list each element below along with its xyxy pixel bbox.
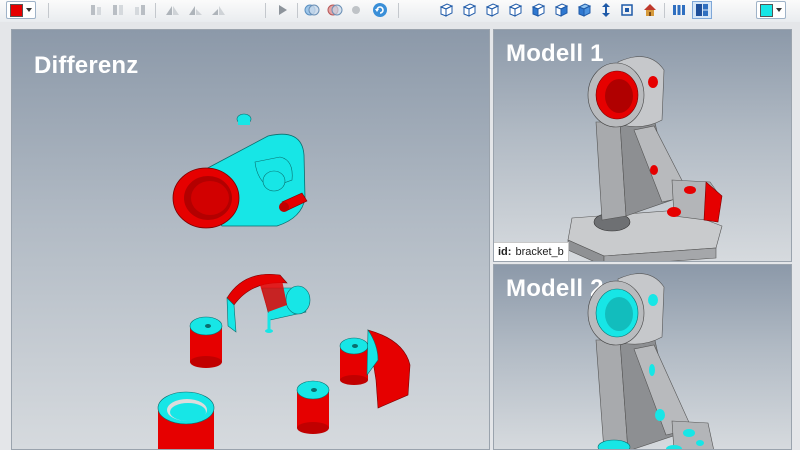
- small-cylinder-part-2: [339, 337, 369, 385]
- layout-columns-icon: [673, 5, 685, 15]
- home-icon: [644, 4, 656, 16]
- bracket-model-2: [587, 273, 714, 449]
- view-iso-3-icon: [485, 3, 500, 17]
- toolbar-separator: [155, 3, 156, 18]
- align-right-icon: [135, 5, 145, 15]
- model-id-key: id:: [498, 246, 512, 258]
- compare-gray-button[interactable]: [349, 1, 363, 19]
- toolbar-separator: [664, 3, 665, 18]
- color-picker-red-button[interactable]: [6, 1, 36, 19]
- refresh-icon: [373, 3, 387, 17]
- color-swatch-cyan-icon: [760, 4, 773, 17]
- difference-geometry: [157, 113, 411, 449]
- mirror-up-icon: [189, 6, 202, 15]
- compare-gray-icon: [352, 6, 360, 14]
- toolbar-separator: [265, 3, 266, 18]
- view-iso-2-button[interactable]: [460, 1, 478, 19]
- toolbar-separator: [398, 3, 399, 18]
- view-iso-5-button[interactable]: [529, 1, 547, 19]
- compare-both-button[interactable]: [303, 1, 321, 19]
- align-left-icon: [91, 5, 101, 15]
- layout-columns-button[interactable]: [670, 1, 688, 19]
- fit-button[interactable]: [619, 1, 635, 19]
- axis-button[interactable]: [598, 1, 614, 19]
- small-cylinder-part-1: [189, 316, 223, 368]
- refresh-button[interactable]: [371, 1, 389, 19]
- view-iso-4-icon: [508, 3, 523, 17]
- view-iso-6-button[interactable]: [552, 1, 570, 19]
- play-icon: [279, 5, 287, 15]
- bracket-model-1: [567, 56, 723, 261]
- compare-red-icon: [327, 4, 343, 16]
- mirror-icon: [166, 6, 179, 15]
- layout-grid-icon: [696, 4, 708, 16]
- model1-geometry: [567, 56, 723, 261]
- model2-geometry: [587, 273, 714, 449]
- view-iso-1-icon: [439, 3, 454, 17]
- view-iso-3-button[interactable]: [483, 1, 501, 19]
- model-id-value: bracket_b: [515, 246, 564, 258]
- viewport-frame: Differenz Modell 1 id: bracket_b Modell …: [0, 22, 800, 450]
- wedge-part: [366, 329, 411, 409]
- model2-view[interactable]: Modell 2: [493, 264, 792, 450]
- chevron-down-icon: [776, 8, 782, 12]
- mirror-button[interactable]: [163, 1, 181, 19]
- small-cylinder-part-3: [296, 380, 330, 434]
- difference-view[interactable]: Differenz: [11, 29, 490, 450]
- view-iso-6-icon: [554, 3, 569, 17]
- compare-both-icon: [304, 4, 320, 16]
- toolbar-separator: [48, 3, 49, 18]
- layout-grid-button[interactable]: [692, 1, 712, 19]
- model-id-label: id: bracket_b: [494, 242, 569, 261]
- bracket-part: [226, 273, 311, 333]
- view-cube-button[interactable]: [575, 1, 593, 19]
- play-button[interactable]: [276, 1, 290, 19]
- home-button[interactable]: [641, 1, 659, 19]
- toolbar: [0, 0, 800, 23]
- view-iso-1-button[interactable]: [437, 1, 455, 19]
- mirror-down-button[interactable]: [209, 1, 227, 19]
- align-right-button[interactable]: [132, 1, 148, 19]
- color-picker-cyan-button[interactable]: [756, 1, 786, 19]
- axis-icon: [602, 3, 610, 17]
- model1-view[interactable]: Modell 1 id: bracket_b: [493, 29, 792, 262]
- color-swatch-red-icon: [10, 4, 23, 17]
- view-iso-4-button[interactable]: [506, 1, 524, 19]
- chevron-down-icon: [26, 8, 32, 12]
- mirror-up-button[interactable]: [186, 1, 204, 19]
- toolbar-separator: [297, 3, 298, 18]
- ring-part: [157, 391, 215, 449]
- cylinder-part: [172, 113, 308, 229]
- view-iso-2-icon: [462, 3, 477, 17]
- fit-icon: [621, 4, 633, 16]
- view-cube-icon: [577, 3, 592, 17]
- compare-red-button[interactable]: [326, 1, 344, 19]
- align-center-button[interactable]: [110, 1, 126, 19]
- align-left-button[interactable]: [88, 1, 104, 19]
- view-iso-5-icon: [531, 3, 546, 17]
- mirror-down-icon: [212, 6, 225, 15]
- align-center-icon: [113, 5, 123, 15]
